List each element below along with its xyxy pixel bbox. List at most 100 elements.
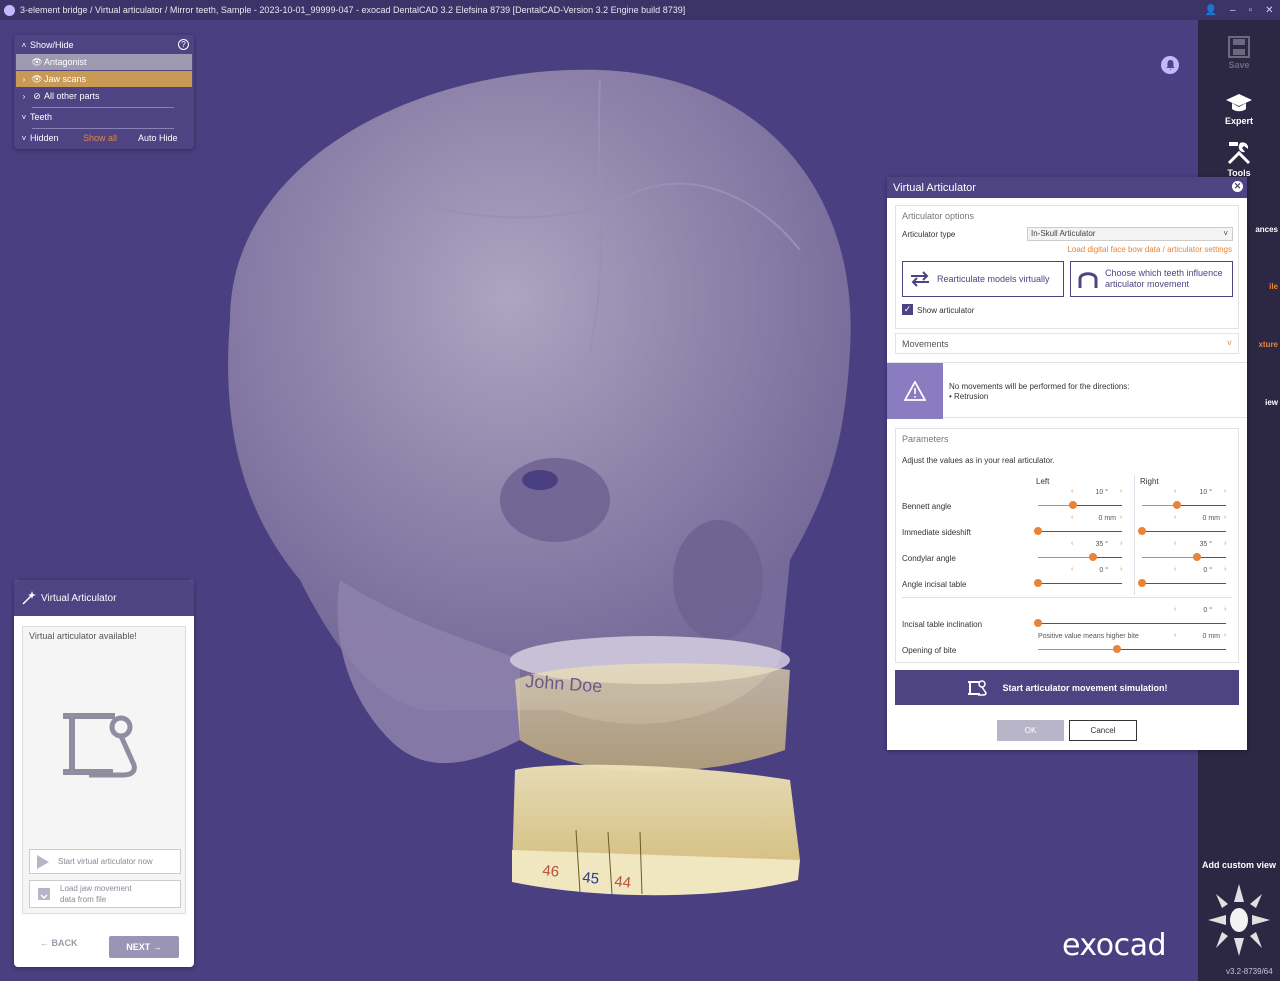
increment-arrow-icon[interactable]: ›: [1120, 514, 1122, 521]
parameters-card: Parameters Adjust the values as in your …: [895, 428, 1239, 663]
rearticulate-button[interactable]: Rearticulate models virtually: [902, 261, 1064, 297]
choose-teeth-button[interactable]: Choose which teeth influence articulator …: [1070, 261, 1233, 297]
ok-button[interactable]: OK: [997, 720, 1064, 741]
back-button[interactable]: ← BACK: [40, 938, 78, 948]
save-icon: [1228, 36, 1250, 58]
decrement-arrow-icon[interactable]: ‹: [1071, 514, 1073, 521]
toolbar-item-clipped-4[interactable]: iew: [1248, 398, 1280, 407]
start-va-button[interactable]: Start virtual articulator now: [29, 849, 181, 874]
sideshift-left-slider[interactable]: [1034, 523, 1122, 537]
articulator-options-title: Articulator options: [902, 211, 975, 221]
sideshift-left-value[interactable]: 0 mm: [1078, 515, 1117, 522]
maximize-button[interactable]: ▫: [1249, 5, 1253, 16]
decrement-arrow-icon[interactable]: ‹: [1174, 514, 1176, 521]
load-face-bow-link[interactable]: Load digital face bow data / articulator…: [1067, 245, 1232, 254]
app-icon: [4, 4, 15, 16]
auto-hide-link[interactable]: Auto Hide: [138, 133, 178, 143]
decrement-arrow-icon[interactable]: ‹: [1174, 540, 1176, 547]
show-articulator-checkbox[interactable]: ✓: [902, 304, 913, 315]
eye-icon[interactable]: 👁: [30, 57, 44, 68]
show-hide-title: Show/Hide: [30, 40, 74, 50]
articulator-type-value: In-Skull Articulator: [1031, 229, 1096, 238]
condylar-right-slider[interactable]: [1142, 549, 1226, 563]
bennett-right-slider[interactable]: [1142, 497, 1226, 511]
add-custom-view-button[interactable]: Add custom view: [1198, 860, 1280, 870]
immediate-sideshift-label: Immediate sideshift: [902, 528, 971, 537]
decrement-arrow-icon[interactable]: ‹: [1174, 606, 1176, 613]
va-available-text: Virtual articulator available!: [29, 631, 137, 641]
incisal-right-slider[interactable]: [1138, 575, 1226, 589]
toolbar-item-clipped-2[interactable]: ile: [1248, 282, 1280, 291]
chevron-down-icon[interactable]: ˅: [18, 134, 30, 143]
sideshift-right-value[interactable]: 0 mm: [1182, 515, 1221, 522]
increment-arrow-icon[interactable]: ›: [1120, 488, 1122, 495]
choose-teeth-line1: Choose which teeth influence: [1105, 268, 1223, 278]
exocad-logo: exocad: [1062, 928, 1167, 963]
item-jaw-scans[interactable]: › 👁 Jaw scans: [16, 71, 192, 87]
sideshift-right-slider[interactable]: [1138, 523, 1226, 537]
increment-arrow-icon[interactable]: ›: [1224, 488, 1226, 495]
toolbar-item-clipped-3[interactable]: xture: [1248, 340, 1280, 349]
bennett-angle-label: Bennett angle: [902, 502, 952, 511]
decrement-arrow-icon[interactable]: ‹: [1174, 632, 1176, 639]
opening-value[interactable]: 0 mm: [1182, 633, 1221, 640]
minimize-button[interactable]: –: [1230, 5, 1236, 16]
increment-arrow-icon[interactable]: ›: [1224, 540, 1226, 547]
item-antagonist[interactable]: 👁 Antagonist: [16, 54, 192, 70]
load-jaw-movement-button[interactable]: Load jaw movement data from file: [29, 880, 181, 908]
show-hide-header[interactable]: ˄ Show/Hide: [18, 37, 190, 53]
eye-icon[interactable]: 👁: [30, 74, 44, 85]
decrement-arrow-icon[interactable]: ‹: [1071, 566, 1073, 573]
cancel-button[interactable]: Cancel: [1069, 720, 1137, 741]
window-title: 3-element bridge / Virtual articulator /…: [20, 5, 686, 15]
swap-arrows-icon: [911, 271, 929, 287]
user-icon[interactable]: 👤: [1205, 5, 1217, 16]
show-all-link[interactable]: Show all: [83, 133, 138, 143]
view-orientation-widget[interactable]: [1206, 882, 1272, 958]
bennett-left-value[interactable]: 10 °: [1078, 489, 1108, 496]
bennett-left-slider[interactable]: [1038, 497, 1122, 511]
start-simulation-button[interactable]: Start articulator movement simulation!: [895, 670, 1239, 705]
condylar-left-value[interactable]: 35 °: [1078, 541, 1108, 548]
rearticulate-label: Rearticulate models virtually: [937, 274, 1050, 284]
next-button[interactable]: NEXT →: [109, 936, 179, 958]
tools-button[interactable]: Tools: [1198, 140, 1280, 178]
opening-slider[interactable]: [1038, 641, 1226, 655]
incisal-left-value[interactable]: 0 °: [1078, 567, 1108, 574]
increment-arrow-icon[interactable]: ›: [1224, 632, 1226, 639]
item-all-other-parts[interactable]: › ⊘ All other parts: [16, 88, 192, 104]
item-teeth[interactable]: ˅ Teeth: [18, 109, 190, 125]
increment-arrow-icon[interactable]: ›: [1120, 566, 1122, 573]
load-jaw-movement-label: Load jaw movement data from file: [60, 883, 132, 905]
decrement-arrow-icon[interactable]: ‹: [1071, 540, 1073, 547]
articulator-type-select[interactable]: In-Skull Articulator ˅: [1027, 227, 1233, 241]
close-icon[interactable]: ✕: [1232, 181, 1243, 192]
eye-slash-icon[interactable]: ⊘: [30, 91, 44, 102]
save-label: Save: [1228, 60, 1250, 70]
toolbar-item-clipped-1[interactable]: ances: [1248, 225, 1280, 234]
inclination-slider[interactable]: [1034, 615, 1226, 629]
movements-section[interactable]: Movements ˅: [895, 333, 1239, 354]
inclination-value[interactable]: 0 °: [1182, 607, 1212, 614]
decrement-arrow-icon[interactable]: ‹: [1174, 488, 1176, 495]
chevron-right-icon[interactable]: ›: [18, 92, 30, 101]
increment-arrow-icon[interactable]: ›: [1224, 514, 1226, 521]
help-icon[interactable]: ?: [178, 39, 189, 50]
incisal-right-value[interactable]: 0 °: [1182, 567, 1212, 574]
incisal-left-slider[interactable]: [1034, 575, 1122, 589]
notification-bell-icon[interactable]: [1161, 56, 1179, 74]
save-button[interactable]: Save: [1198, 36, 1280, 70]
item-jaw-scans-label: Jaw scans: [44, 74, 87, 84]
expert-button[interactable]: Expert: [1198, 92, 1280, 126]
condylar-right-value[interactable]: 35 °: [1182, 541, 1212, 548]
decrement-arrow-icon[interactable]: ‹: [1071, 488, 1073, 495]
bennett-right-value[interactable]: 10 °: [1182, 489, 1212, 496]
increment-arrow-icon[interactable]: ›: [1120, 540, 1122, 547]
decrement-arrow-icon[interactable]: ‹: [1174, 566, 1176, 573]
increment-arrow-icon[interactable]: ›: [1224, 566, 1226, 573]
close-button[interactable]: ✕: [1265, 5, 1273, 16]
chevron-right-icon[interactable]: ›: [18, 75, 30, 84]
right-orbit: [673, 520, 763, 640]
condylar-left-slider[interactable]: [1038, 549, 1122, 563]
increment-arrow-icon[interactable]: ›: [1224, 606, 1226, 613]
